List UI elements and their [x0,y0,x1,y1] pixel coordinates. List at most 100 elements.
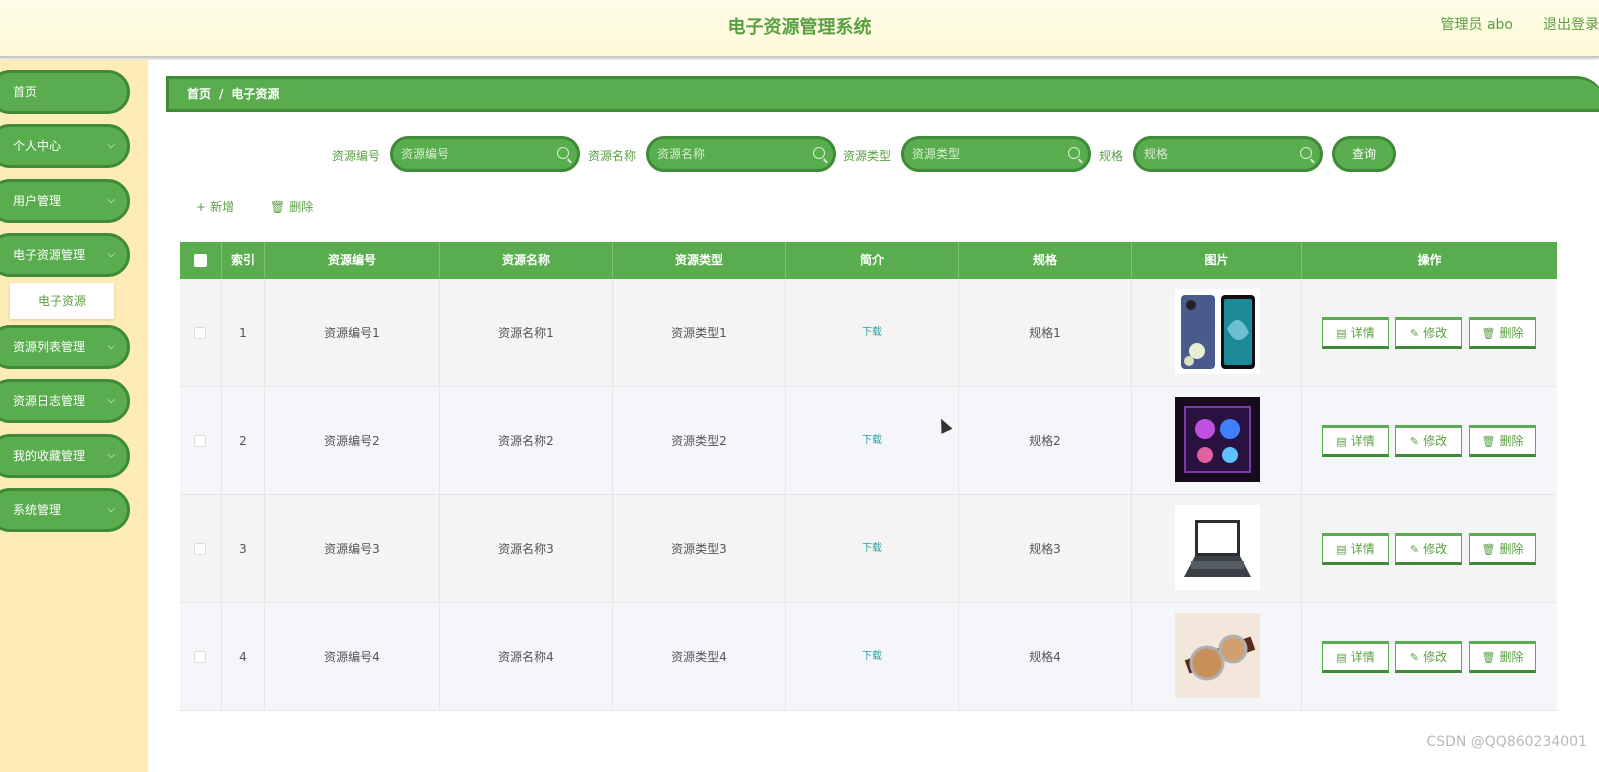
watermark: CSDN @QQ860234001 [1426,734,1587,750]
sidebar-subitem-eresource[interactable]: 电子资源 [10,283,114,319]
detail-button[interactable]: ▤ 详情 [1322,425,1389,457]
select-all-checkbox[interactable] [194,254,207,267]
breadcrumb-current: 电子资源 [231,87,280,101]
row-select-cell [180,495,222,603]
sidebar-item-resource-list[interactable]: 资源列表管理 ⌵ [0,325,130,369]
header-image: 图片 [1132,242,1302,279]
table-header: 索引 资源编号 资源名称 资源类型 简介 规格 图片 操作 [180,242,1557,279]
edit-button[interactable]: ✎ 修改 [1395,641,1462,673]
search-input-name[interactable] [657,143,807,165]
app-title: 电子资源管理系统 [727,17,872,38]
sidebar-item-label: 电子资源管理 [13,248,86,262]
row-checkbox[interactable] [194,327,206,339]
table-row: 2 资源编号2 资源名称2 资源类型2 下载 规格2 ▤ 详情 ✎ 修改 🗑 删除 [180,387,1557,495]
sidebar-item-home[interactable]: 首页 [0,70,130,114]
resource-thumbnail[interactable] [1175,613,1260,698]
row-delete-button[interactable]: 🗑 删除 [1469,425,1536,457]
logout-link[interactable]: 退出登录 [1543,14,1599,34]
cell-intro[interactable]: 下载 [786,603,959,711]
sidebar-item-label: 资源列表管理 [13,340,86,354]
search-field-code [390,136,580,172]
header-index: 索引 [222,242,265,279]
pencil-icon: ✎ [1409,543,1420,556]
detail-button[interactable]: ▤ 详情 [1322,641,1389,673]
cell-type: 资源类型2 [613,387,786,495]
pencil-icon: ✎ [1409,651,1420,664]
cell-spec: 规格4 [959,603,1132,711]
breadcrumb-home[interactable]: 首页 [187,87,211,101]
header-intro: 简介 [786,242,959,279]
cell-type: 资源类型3 [613,495,786,603]
cell-intro[interactable]: 下载 [786,279,959,387]
batch-delete-button[interactable]: 🗑 删除 [270,198,313,215]
pencil-icon: ✎ [1409,435,1420,448]
resource-thumbnail[interactable] [1175,397,1260,482]
edit-button[interactable]: ✎ 修改 [1395,533,1462,565]
document-icon: ▤ [1336,435,1347,448]
main-content: 首页/电子资源 资源编号 资源名称 资源类型 规格 查询 +新增 🗑删除 索引 … [148,60,1599,772]
cell-spec: 规格3 [959,495,1132,603]
cell-code: 资源编号2 [265,387,440,495]
sidebar: 首页 个人中心 ⌵ 用户管理 ⌵ 电子资源管理 ⌵ 电子资源 资源列表管理 ⌵ … [0,60,148,772]
row-select-cell [180,603,222,711]
row-delete-button[interactable]: 🗑 删除 [1469,641,1536,673]
search-input-spec[interactable] [1144,143,1294,165]
delete-button-label: 删除 [289,200,314,214]
cell-index: 4 [222,603,265,711]
row-delete-button[interactable]: 🗑 删除 [1469,533,1536,565]
cell-intro[interactable]: 下载 [786,495,959,603]
cell-name: 资源名称2 [440,387,613,495]
header-actions: 操作 [1417,253,1442,267]
search-icon [1068,147,1080,159]
document-icon: ▤ [1336,651,1347,664]
sidebar-item-label: 个人中心 [13,139,62,153]
detail-label: 详情 [1350,650,1375,664]
trash-icon: 🗑 [1481,327,1496,340]
detail-button[interactable]: ▤ 详情 [1322,317,1389,349]
sidebar-item-personal-center[interactable]: 个人中心 ⌵ [0,124,130,168]
breadcrumb-separator: / [219,87,224,101]
cell-intro[interactable]: 下载 [786,387,959,495]
chevron-down-icon: ⌵ [107,504,115,515]
table-row: 4 资源编号4 资源名称4 资源类型4 下载 规格4 ▤ 详情 ✎ 修改 🗑 删除 [180,603,1557,711]
row-checkbox[interactable] [194,543,206,555]
resource-thumbnail[interactable] [1175,505,1260,590]
sidebar-item-favorites[interactable]: 我的收藏管理 ⌵ [0,434,130,478]
sidebar-item-label: 系统管理 [13,503,62,517]
row-checkbox[interactable] [194,435,206,447]
table-row: 1 资源编号1 资源名称1 资源类型1 下载 规格1 ▤ 详情 ✎ 修改 🗑 删除 [180,279,1557,387]
row-select-cell [180,279,222,387]
search-input-code[interactable] [401,143,551,165]
cell-spec: 规格1 [959,279,1132,387]
chevron-down-icon: ⌵ [107,341,115,352]
cell-code: 资源编号4 [265,603,440,711]
sidebar-item-system[interactable]: 系统管理 ⌵ [0,488,130,532]
header-name: 资源名称 [440,242,613,279]
cell-type: 资源类型4 [613,603,786,711]
row-delete-button[interactable]: 🗑 删除 [1469,317,1536,349]
edit-label: 修改 [1423,650,1448,664]
edit-button[interactable]: ✎ 修改 [1395,425,1462,457]
breadcrumb: 首页 / 电子资源 [166,76,1599,112]
sidebar-item-user-management[interactable]: 用户管理 ⌵ [0,179,130,223]
edit-button[interactable]: ✎ 修改 [1395,317,1462,349]
detail-button[interactable]: ▤ 详情 [1322,533,1389,565]
search-input-type[interactable] [912,143,1062,165]
search-icon [557,147,569,159]
plus-icon: + [196,200,207,214]
pencil-icon: ✎ [1409,327,1420,340]
add-button-label: 新增 [210,200,235,214]
chevron-down-icon: ⌵ [107,395,115,406]
sidebar-item-eresource-management[interactable]: 电子资源管理 ⌵ [0,233,130,277]
sidebar-item-resource-log[interactable]: 资源日志管理 ⌵ [0,379,130,423]
edit-label: 修改 [1423,326,1448,340]
search-label-code: 资源编号 [332,149,381,163]
query-button[interactable]: 查询 [1332,136,1396,172]
delete-label: 删除 [1499,542,1524,556]
document-icon: ▤ [1336,327,1347,340]
cell-spec: 规格2 [959,387,1132,495]
header-code: 资源编号 [265,242,440,279]
row-checkbox[interactable] [194,651,206,663]
add-button[interactable]: + 新增 [196,198,234,215]
resource-thumbnail[interactable] [1175,289,1260,374]
